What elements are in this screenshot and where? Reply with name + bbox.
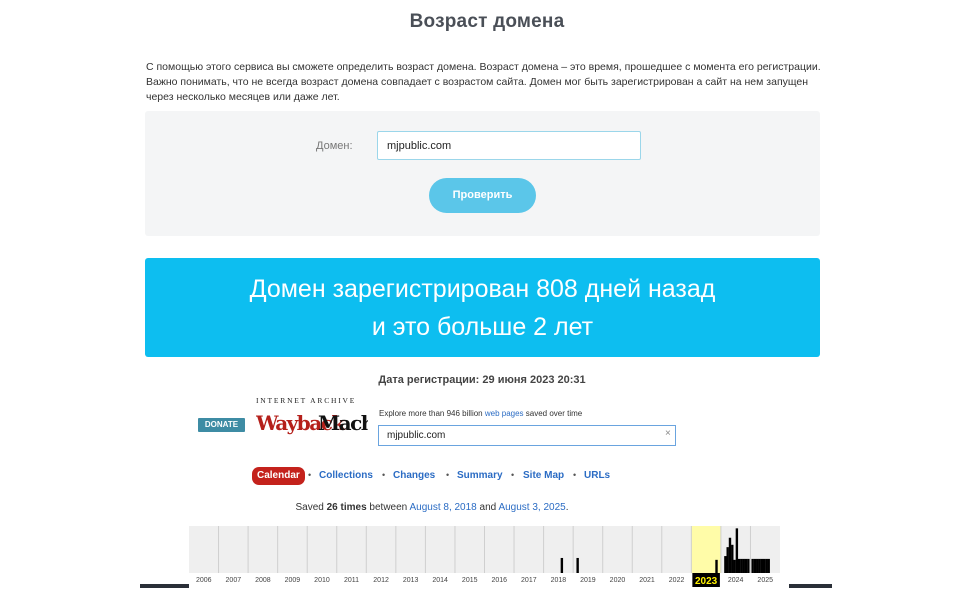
capture-bar <box>756 558 759 573</box>
capture-bar <box>576 557 579 573</box>
year-label-2025: 2025 <box>757 577 773 584</box>
capture-bar <box>735 528 739 573</box>
result-banner: Домен зарегистрирован 808 дней назад и э… <box>145 258 820 357</box>
capture-bar <box>747 558 750 573</box>
capture-bar <box>758 558 761 573</box>
captures-timeline[interactable]: 2006 2007 2008 2009 2010 2011 2012 2013 2014 2015… <box>189 526 780 589</box>
check-button[interactable]: Проверить <box>429 178 536 213</box>
separator-dot: • <box>308 470 312 480</box>
year-label-2019: 2019 <box>580 577 596 584</box>
page-title: Возраст домена <box>409 11 565 32</box>
domain-input[interactable] <box>377 131 641 160</box>
tab-collections[interactable]: Collections <box>319 470 373 481</box>
capture-bar <box>560 557 564 573</box>
explore-line: Explore more than 946 billion web pages … <box>379 409 582 418</box>
year-label-2006: 2006 <box>196 577 212 584</box>
capture-bar <box>742 558 745 573</box>
result-years-text: и это больше 2 лет <box>371 313 594 341</box>
tab-urls[interactable]: URLs <box>584 470 610 481</box>
year-label-2015: 2015 <box>462 577 478 584</box>
tab-summary[interactable]: Summary <box>457 470 503 481</box>
donate-button[interactable]: DONATE <box>198 418 245 432</box>
saved-between: between <box>366 502 410 513</box>
capture-bar <box>740 558 743 573</box>
wayback-machine-logo[interactable]: Wayback Machine <box>256 405 368 435</box>
tab-site-map[interactable]: Site Map <box>523 470 564 481</box>
capture-bar <box>733 559 736 573</box>
separator-dot: • <box>573 470 577 480</box>
year-label-2018: 2018 <box>551 577 567 584</box>
first-capture-link[interactable]: August 8, 2018 <box>409 502 476 513</box>
year-label-2021: 2021 <box>639 577 655 584</box>
year-label-2017: 2017 <box>521 577 537 584</box>
capture-bar <box>724 556 727 573</box>
year-label-2016: 2016 <box>491 577 507 584</box>
capture-bar <box>767 558 770 573</box>
capture-bar <box>715 559 718 573</box>
wayback-search-input[interactable] <box>378 425 676 446</box>
registration-date: Дата регистрации: 29 июня 2023 20:31 <box>378 374 586 386</box>
saved-count: 26 times <box>326 502 367 513</box>
domain-label: Домен: <box>316 140 353 152</box>
capture-bar <box>731 544 734 573</box>
capture-bar <box>760 558 764 573</box>
capture-bar <box>765 558 768 573</box>
year-label-2012: 2012 <box>373 577 389 584</box>
year-label-2020: 2020 <box>610 577 626 584</box>
year-label-2008: 2008 <box>255 577 271 584</box>
explore-prefix: Explore more than 946 billion <box>379 409 485 418</box>
capture-bar <box>751 558 754 573</box>
capture-bar <box>728 537 732 573</box>
separator-dot: • <box>382 470 386 480</box>
intro-text: С помощью этого сервиса вы сможете опред… <box>146 61 821 103</box>
year-label-2022: 2022 <box>669 577 685 584</box>
tab-changes[interactable]: Changes <box>393 470 435 481</box>
capture-bar <box>737 558 741 573</box>
year-label-2011: 2011 <box>344 577 359 584</box>
timeline-edge-right <box>789 584 832 588</box>
separator-dot: • <box>446 470 450 480</box>
capture-bar <box>762 558 766 573</box>
web-pages-link[interactable]: web pages <box>485 409 524 418</box>
domain-form-panel <box>145 111 820 236</box>
capture-bar <box>753 558 757 573</box>
svg-text:Machine: Machine <box>318 411 368 435</box>
year-label-2009: 2009 <box>285 577 301 584</box>
result-age-text: Домен зарегистрирован 808 дней назад <box>249 275 716 303</box>
year-label-2014: 2014 <box>432 577 448 584</box>
saved-summary: Saved 26 times between August 8, 2018 an… <box>0 502 864 513</box>
year-label-2023: 2023 <box>695 576 718 587</box>
capture-bar <box>726 547 729 573</box>
year-label-2024: 2024 <box>728 577 744 584</box>
separator-dot: • <box>511 470 515 480</box>
year-label-2007: 2007 <box>226 577 242 584</box>
year-label-2010: 2010 <box>314 577 330 584</box>
timeline-edge-left <box>140 584 189 588</box>
year-label-2013: 2013 <box>403 577 419 584</box>
capture-bar <box>744 558 748 573</box>
saved-prefix: Saved <box>295 502 327 513</box>
saved-end: . <box>565 502 569 513</box>
saved-and: and <box>476 502 499 513</box>
tab-calendar[interactable]: Calendar <box>252 467 305 485</box>
last-capture-link[interactable]: August 3, 2025 <box>498 502 565 513</box>
clear-icon[interactable]: × <box>665 428 671 439</box>
explore-suffix: saved over time <box>523 409 583 418</box>
internet-archive-label: INTERNET ARCHIVE <box>256 396 357 405</box>
